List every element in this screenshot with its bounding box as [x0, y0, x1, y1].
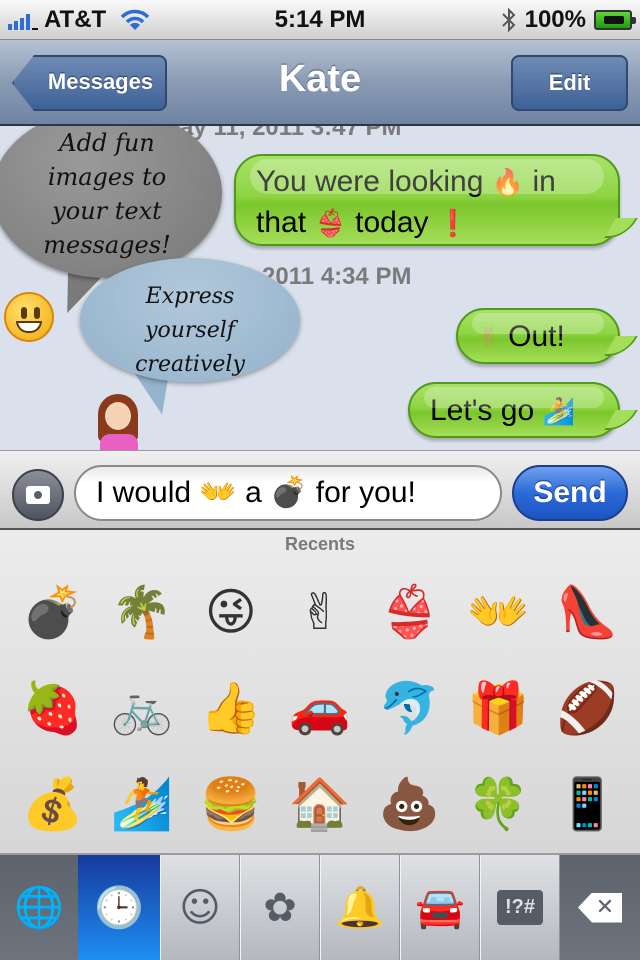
edit-button[interactable]: Edit — [511, 55, 628, 111]
emoji-key-football[interactable]: 🏈 — [543, 660, 632, 756]
message-text: You were looking — [256, 165, 484, 198]
emoji-key-victory-hand[interactable]: ✌ — [275, 564, 364, 660]
category-tab-objects[interactable]: 🔔 — [320, 855, 400, 960]
emoji-key-pile-of-poo[interactable]: 💩 — [365, 756, 454, 852]
emoji-key-bikini[interactable]: 👙 — [365, 564, 454, 660]
recents-icon: 🕒 — [94, 885, 144, 931]
bluetooth-icon — [501, 7, 516, 33]
emoji-key-bomb[interactable]: 💣 — [8, 564, 97, 660]
camera-button[interactable] — [12, 469, 64, 521]
fire-icon: 🔥 — [491, 168, 525, 198]
message-bubble[interactable]: ✌ Out! — [456, 308, 620, 364]
globe-icon: 🌐 — [14, 885, 64, 931]
emoji-key-four-leaf-clover[interactable]: 🍀 — [454, 756, 543, 852]
compose-bar: I would 👐 a 💣 for you! Send — [0, 450, 640, 530]
emoji-key-hamburger[interactable]: 🍔 — [186, 756, 275, 852]
promo-balloon: Add fun images to your text messages! — [0, 126, 222, 278]
delete-icon: ✕ — [578, 892, 622, 923]
status-bar: AT&T 5:14 PM 100% — [0, 0, 640, 40]
emoji-grid: 💣 🌴 😜 ✌ 👙 👐 👠 🍓 🚲 👍 🚗 🐬 🎁 🏈 💰 🏄 🍔 🏠 💩 🍀 📱 — [8, 564, 632, 852]
send-button[interactable]: Send — [512, 465, 628, 521]
nature-icon: ✿ — [263, 884, 297, 931]
people-icon: ☺ — [179, 884, 221, 931]
battery-charging-icon — [594, 10, 636, 30]
message-text: that — [256, 206, 307, 239]
emoji-key-surfer[interactable]: 🏄 — [97, 756, 186, 852]
exclamation-icon: ❗ — [436, 209, 470, 239]
emoji-key-palm-tree[interactable]: 🌴 — [97, 564, 186, 660]
message-text: Let's go — [430, 394, 535, 427]
emoji-key-thumbs-up[interactable]: 👍 — [186, 660, 275, 756]
emoji-key-mobile-phone[interactable]: 📱 — [543, 756, 632, 852]
category-tab-globe[interactable]: 🌐 — [0, 855, 78, 960]
emoji-key-house[interactable]: 🏠 — [275, 756, 364, 852]
smiley-face-icon — [4, 292, 54, 342]
emoji-key-money-bag[interactable]: 💰 — [8, 756, 97, 852]
symbols-icon: !?# — [497, 890, 543, 925]
category-tab-symbols[interactable]: !?# — [480, 855, 560, 960]
emoji-key-winking-tongue-face[interactable]: 😜 — [186, 564, 275, 660]
category-tab-places[interactable]: 🚘 — [400, 855, 480, 960]
category-tab-nature[interactable]: ✿ — [240, 855, 320, 960]
places-icon: 🚘 — [415, 885, 465, 931]
promo-balloon: Express yourself creatively — [80, 258, 300, 382]
surfer-icon: 🏄 — [542, 397, 575, 427]
category-tab-people[interactable]: ☺ — [160, 855, 240, 960]
emoji-key-car[interactable]: 🚗 — [275, 660, 364, 756]
message-text: in — [532, 165, 556, 198]
battery-percent: 100% — [524, 6, 586, 33]
message-bubble[interactable]: Let's go 🏄 — [408, 382, 620, 438]
message-bubble[interactable]: You were looking 🔥 in that 👙 today ❗ — [234, 154, 620, 246]
emoji-key-open-hands[interactable]: 👐 — [454, 564, 543, 660]
emoji-key-strawberry[interactable]: 🍓 — [8, 660, 97, 756]
emoji-key-gift[interactable]: 🎁 — [454, 660, 543, 756]
category-tab-recents[interactable]: 🕒 — [78, 855, 160, 960]
emoji-key-dolphin[interactable]: 🐬 — [365, 660, 454, 756]
category-tab-delete[interactable]: ✕ — [560, 855, 640, 960]
message-input[interactable]: I would 👐 a 💣 for you! — [74, 465, 502, 521]
promo-text: Express yourself creatively — [135, 284, 245, 377]
conversation-area[interactable]: May 11, 2011 3:47 PM 2011 4:34 PM You we… — [0, 126, 640, 450]
message-text: Out! — [508, 320, 565, 353]
screen: AT&T 5:14 PM 100% Messages Kate Edit May… — [0, 0, 640, 960]
promo-text: Add fun images to your text messages! — [43, 129, 171, 259]
emoji-key-bicycle[interactable]: 🚲 — [97, 660, 186, 756]
message-text: today — [355, 206, 429, 239]
emoji-keyboard: Recents 💣 🌴 😜 ✌ 👙 👐 👠 🍓 🚲 👍 🚗 🐬 🎁 🏈 💰 🏄 🍔 🏠 💩 🍀 📱 — [0, 530, 640, 853]
victory-hand-icon: ✌ — [478, 323, 500, 353]
bikini-icon: 👙 — [314, 209, 347, 239]
emoji-key-high-heel[interactable]: 👠 — [543, 564, 632, 660]
nav-bar: Messages Kate Edit — [0, 40, 640, 126]
objects-icon: 🔔 — [335, 885, 385, 931]
emoji-category-bar: 🌐 🕒 ☺ ✿ 🔔 🚘 !?# ✕ — [0, 853, 640, 960]
section-label: Recents — [284, 534, 356, 554]
information-desk-person-icon — [96, 394, 146, 450]
